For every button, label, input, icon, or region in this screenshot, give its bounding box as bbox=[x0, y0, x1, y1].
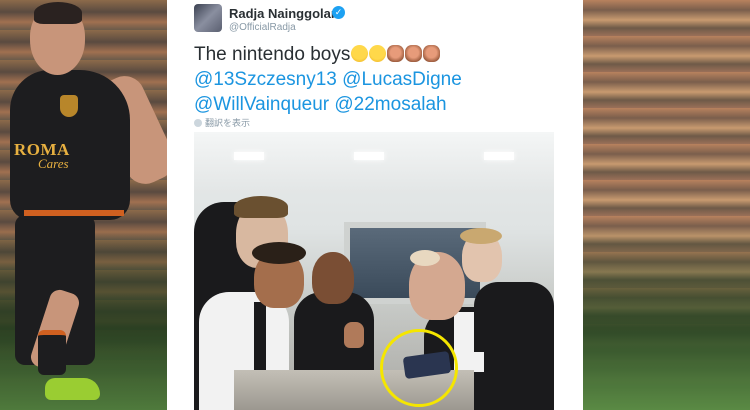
mention-link[interactable]: @22mosalah bbox=[334, 94, 446, 115]
author-name[interactable]: Radja Nainggolan bbox=[229, 6, 339, 21]
verified-badge-icon: ✓ bbox=[332, 6, 345, 19]
globe-icon bbox=[194, 119, 202, 127]
tweet-text: The nintendo boys @13Szczesny13 @LucasDi… bbox=[194, 42, 574, 117]
mention-link[interactable]: @LucasDigne bbox=[342, 69, 462, 90]
see-no-evil-monkey-emoji-icon bbox=[405, 45, 423, 62]
tweet-text-line1: The nintendo boys bbox=[194, 44, 351, 65]
tweet-card: Radja Nainggolan ✓ @OfficialRadja The ni… bbox=[167, 0, 583, 410]
club-crest-icon bbox=[60, 95, 78, 117]
see-no-evil-monkey-emoji-icon bbox=[387, 45, 405, 62]
jersey-sponsor-line2: Cares bbox=[38, 156, 69, 171]
see-no-evil-monkey-emoji-icon bbox=[423, 45, 441, 62]
translate-link[interactable]: 翻訳を表示 bbox=[194, 116, 250, 129]
player-figure: ROMA Cares bbox=[0, 0, 167, 410]
mention-link[interactable]: @13Szczesny13 bbox=[194, 69, 337, 90]
train-ceiling bbox=[194, 132, 554, 192]
author-handle[interactable]: @OfficialRadja bbox=[229, 22, 296, 33]
left-background-image: ROMA Cares bbox=[0, 0, 167, 410]
football-boot bbox=[45, 378, 100, 400]
thumbs-up-hand bbox=[344, 322, 364, 348]
yellow-highlight-circle bbox=[380, 329, 458, 407]
tears-of-joy-emoji-icon bbox=[351, 45, 369, 62]
tweet-photo[interactable] bbox=[194, 132, 554, 410]
mention-link[interactable]: @WillVainqueur bbox=[194, 94, 329, 115]
translate-label: 翻訳を表示 bbox=[205, 118, 251, 128]
right-background-image bbox=[583, 0, 750, 410]
tears-of-joy-emoji-icon bbox=[369, 45, 387, 62]
author-avatar[interactable] bbox=[194, 4, 222, 32]
